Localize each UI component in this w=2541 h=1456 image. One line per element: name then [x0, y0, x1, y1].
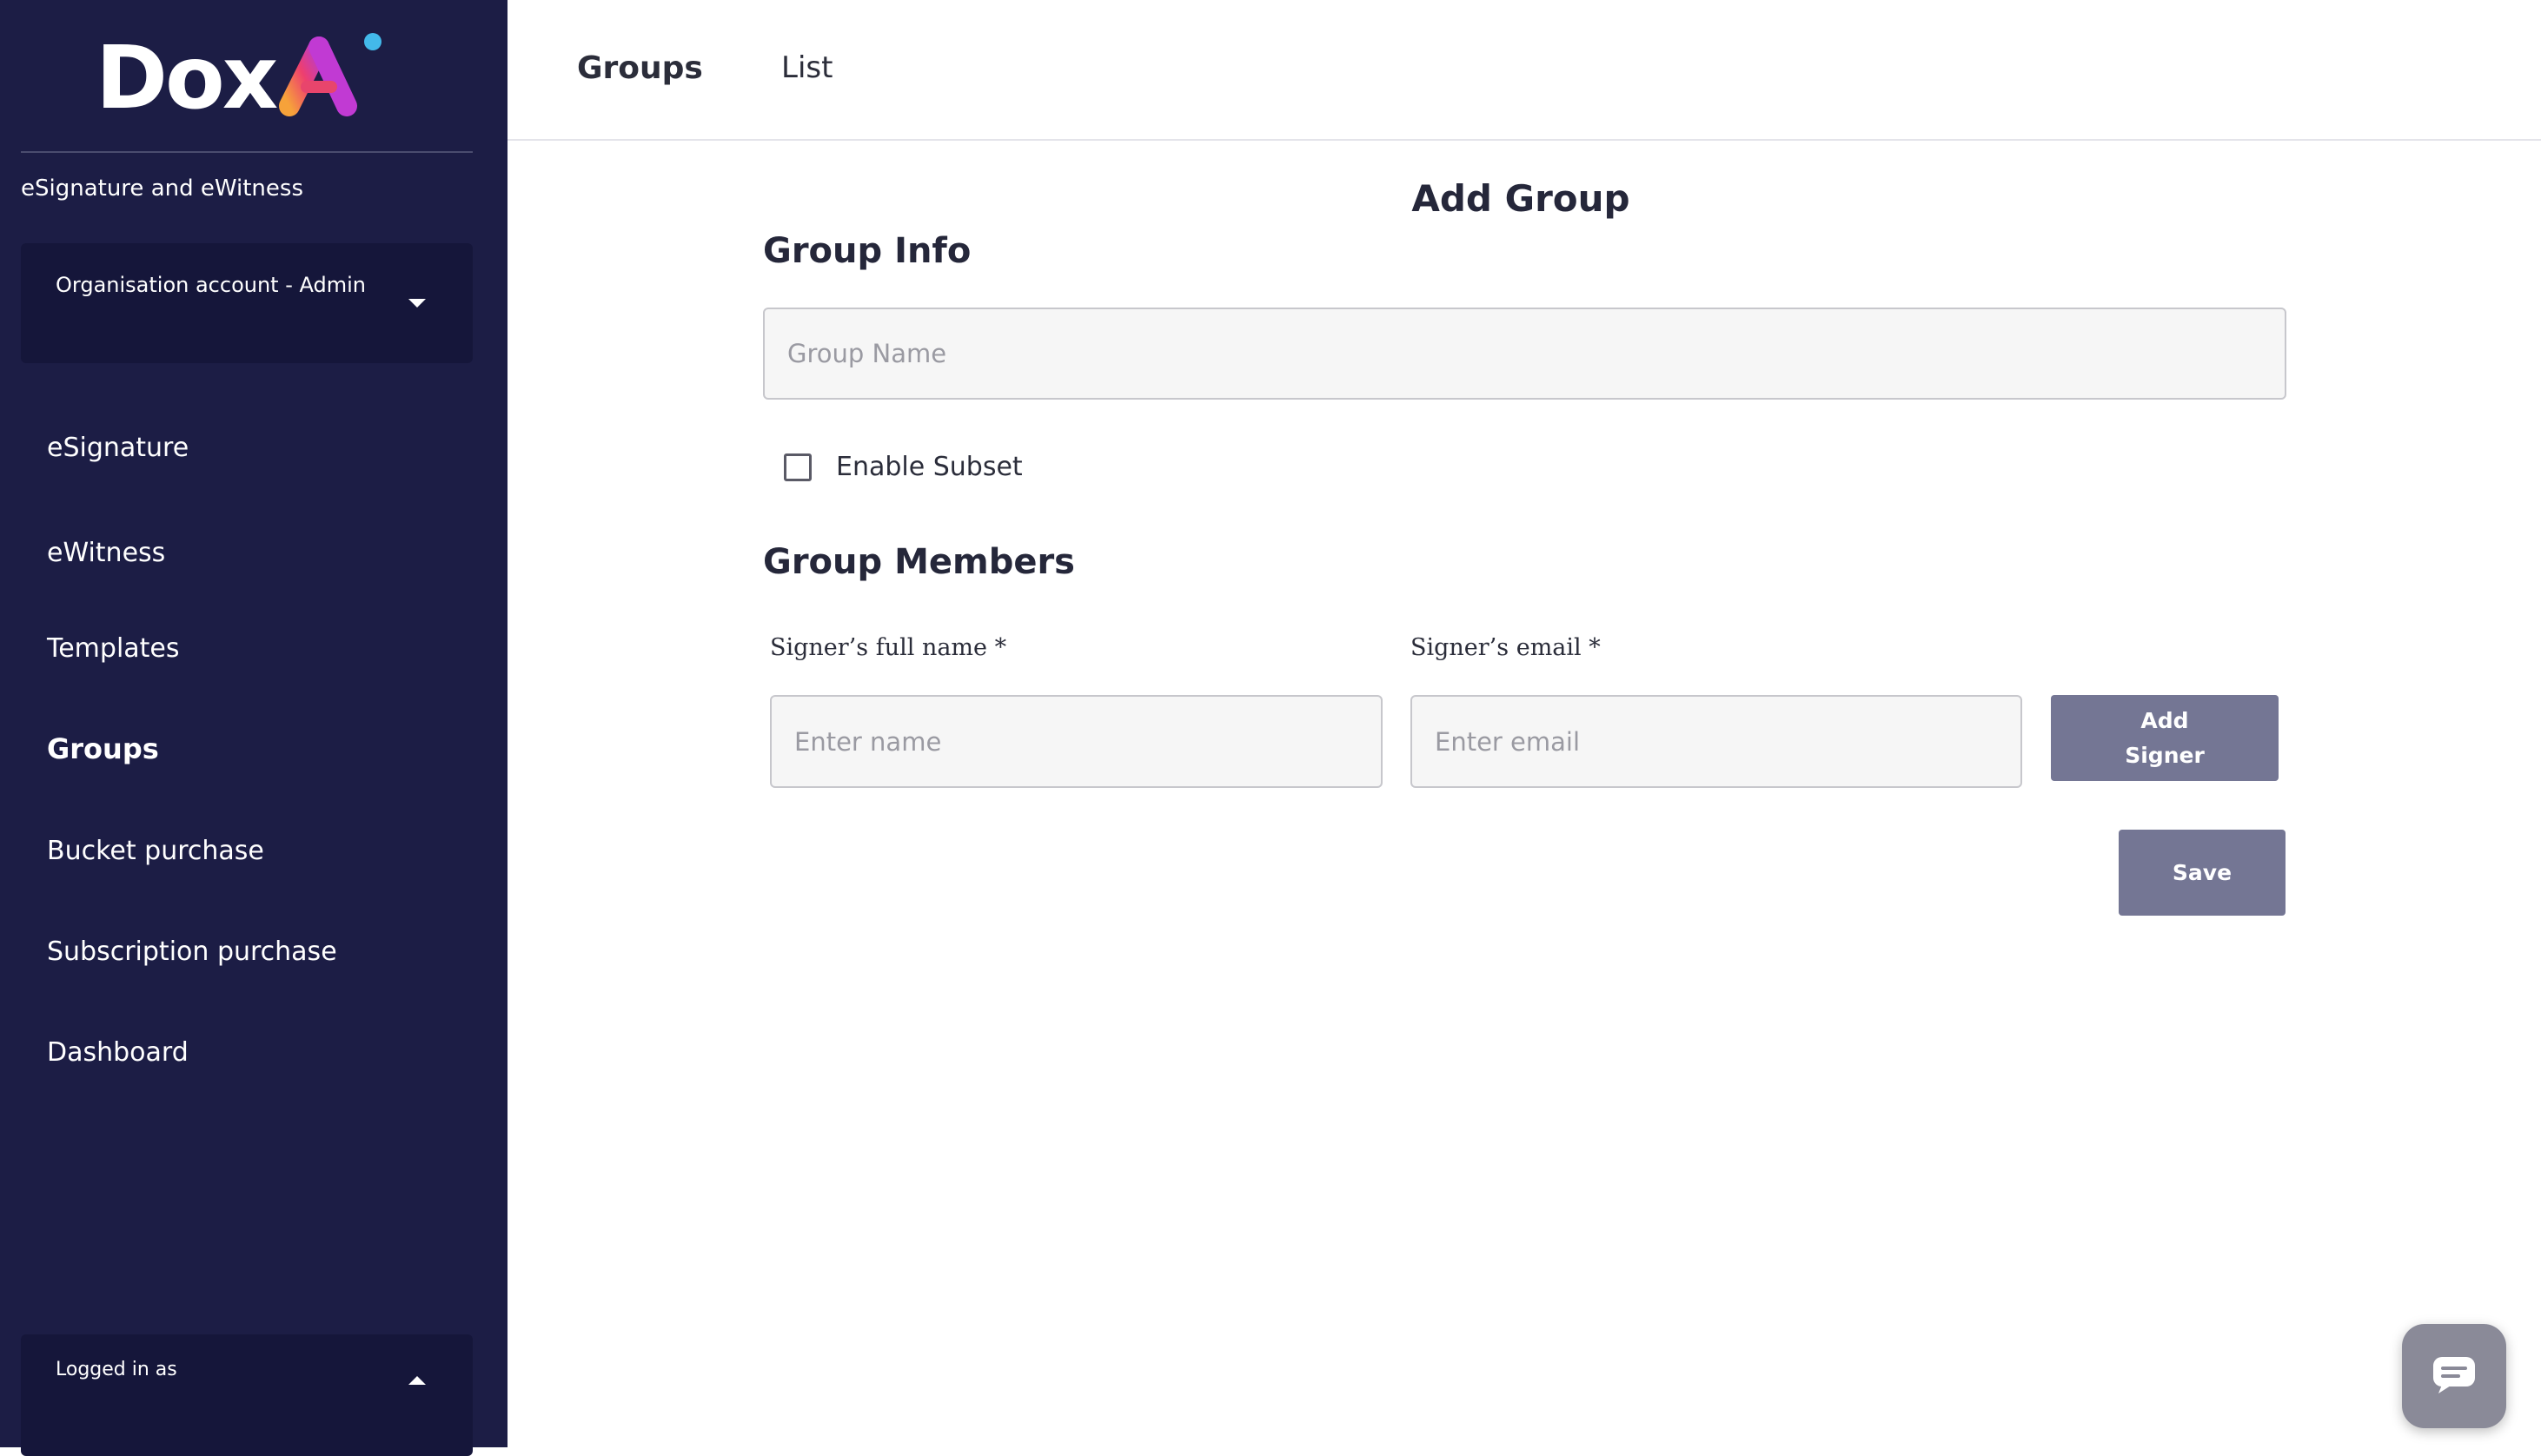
add-signer-button[interactable]: Add Signer: [2051, 695, 2279, 781]
enable-subset-checkbox[interactable]: [784, 453, 812, 481]
chevron-up-icon[interactable]: [408, 1376, 426, 1385]
signer-email-input[interactable]: [1410, 695, 2022, 788]
group-members-heading: Group Members: [763, 542, 1075, 582]
logged-in-label: Logged in as: [56, 1359, 177, 1380]
group-info-heading: Group Info: [763, 231, 972, 271]
logged-in-panel[interactable]: Logged in as: [21, 1334, 473, 1456]
enable-subset-label: Enable Subset: [836, 452, 1023, 482]
add-signer-label-line2: Signer: [2125, 742, 2205, 768]
sidebar: Dox eSignature and eWitness Organisation…: [0, 0, 508, 1456]
chat-icon: [2432, 1355, 2477, 1397]
account-selector-label: Organisation account - Admin: [56, 273, 366, 297]
signer-name-label: Signer’s full name *: [770, 634, 1007, 661]
chat-launcher-button[interactable]: [2402, 1324, 2506, 1428]
save-button[interactable]: Save: [2119, 830, 2286, 916]
sidebar-item-templates[interactable]: Templates: [47, 633, 180, 664]
signer-email-label: Signer’s email *: [1410, 634, 1601, 661]
group-name-input[interactable]: [763, 308, 2286, 400]
app-tagline: eSignature and eWitness: [21, 175, 303, 202]
sidebar-item-subscription-purchase[interactable]: Subscription purchase: [47, 936, 337, 967]
doxai-logo[interactable]: Dox: [96, 27, 388, 129]
account-selector[interactable]: Organisation account - Admin: [21, 243, 473, 363]
tab-groups[interactable]: Groups: [577, 50, 703, 86]
logo-ai-mark-icon: [277, 33, 388, 123]
sidebar-item-esignature[interactable]: eSignature: [47, 433, 189, 463]
logo-wordmark: Dox: [96, 27, 278, 129]
top-tab-bar: Groups List: [508, 0, 2541, 141]
sidebar-divider: [21, 151, 473, 153]
sidebar-item-dashboard[interactable]: Dashboard: [47, 1037, 189, 1068]
sidebar-item-bucket-purchase[interactable]: Bucket purchase: [47, 836, 264, 866]
add-signer-label-line1: Add: [2140, 707, 2189, 733]
sidebar-item-groups[interactable]: Groups: [47, 732, 159, 765]
signer-name-input[interactable]: [770, 695, 1383, 788]
chevron-down-icon[interactable]: [408, 299, 426, 308]
page-title: Add Group: [1411, 177, 1630, 220]
sidebar-item-ewitness[interactable]: eWitness: [47, 538, 165, 568]
tab-list[interactable]: List: [781, 50, 833, 85]
